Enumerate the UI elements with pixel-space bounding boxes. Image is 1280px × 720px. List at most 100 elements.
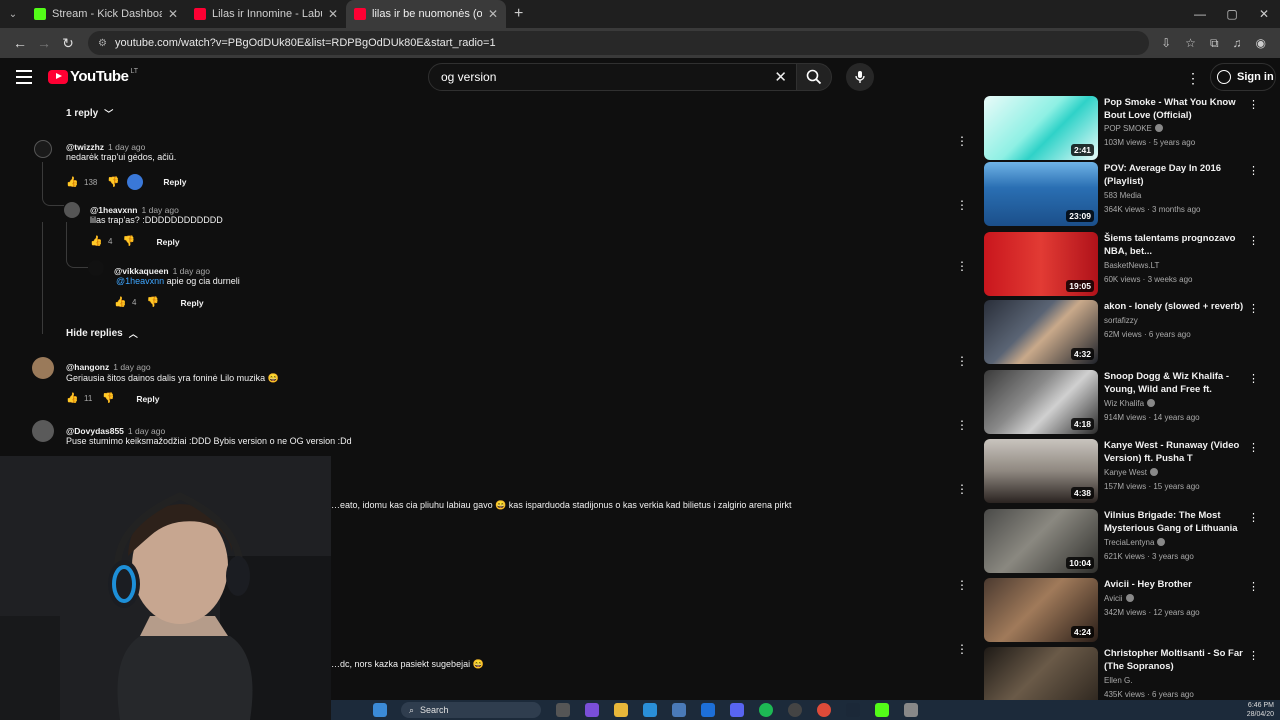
close-tab-icon[interactable]: ✕ xyxy=(488,7,498,21)
close-window-icon[interactable]: ✕ xyxy=(1248,0,1280,28)
comment-more-icon[interactable]: ⋮ xyxy=(956,482,968,496)
settings-more-icon[interactable]: ⋮ xyxy=(1186,70,1200,87)
video-thumbnail[interactable] xyxy=(984,647,1098,700)
extensions-icon[interactable]: ⧉ xyxy=(1210,36,1219,51)
reply-button[interactable]: Reply xyxy=(156,237,179,247)
video-title[interactable]: Kanye West - Runaway (Video Version) ft.… xyxy=(1104,439,1248,465)
system-tray-clock[interactable]: 6:46 PM 28/04/20 xyxy=(1247,701,1274,719)
tab-labubu[interactable]: Lilas ir Innomine - Labubu - You ✕ xyxy=(186,0,346,28)
tab-active-video[interactable]: lilas ir be nuomonės (oficialus p ✕ xyxy=(346,0,506,28)
avatar[interactable] xyxy=(64,202,80,218)
video-channel[interactable]: 583 Media xyxy=(1104,191,1141,200)
store-icon[interactable] xyxy=(672,703,686,717)
sign-in-button[interactable]: Sign in xyxy=(1210,63,1276,91)
video-card[interactable]: 19:05 Šiems talentams prognozavo NBA, be… xyxy=(984,232,1280,296)
avatar[interactable] xyxy=(32,357,54,379)
video-card[interactable]: 23:09 POV: Average Day In 2016 (Playlist… xyxy=(984,162,1280,226)
video-channel[interactable]: Ellen G. xyxy=(1104,676,1132,685)
video-thumbnail[interactable]: 23:09 xyxy=(984,162,1098,226)
dislike-icon[interactable]: 👎 xyxy=(146,297,160,308)
video-card[interactable]: 10:04 Vilnius Brigade: The Most Mysterio… xyxy=(984,509,1280,573)
video-title[interactable]: Snoop Dogg & Wiz Khalifa - Young, Wild a… xyxy=(1104,370,1248,396)
steam-icon[interactable] xyxy=(846,703,860,717)
comment-more-icon[interactable]: ⋮ xyxy=(956,418,968,432)
tab-kick-dashboard[interactable]: Stream - Kick Dashboard ✕ xyxy=(26,0,186,28)
file-explorer-icon[interactable] xyxy=(614,703,628,717)
spotify-icon[interactable] xyxy=(759,703,773,717)
discord-icon[interactable] xyxy=(730,703,744,717)
dislike-icon[interactable]: 👎 xyxy=(122,236,136,247)
url-field[interactable]: ⚙ youtube.com/watch?v=PBgOdDUk80E&list=R… xyxy=(88,31,1150,55)
back-icon[interactable]: ← xyxy=(8,35,32,51)
forward-icon[interactable]: → xyxy=(32,35,56,51)
profile-icon[interactable]: ◉ xyxy=(1256,36,1266,51)
comment-more-icon[interactable]: ⋮ xyxy=(956,134,968,148)
video-more-icon[interactable]: ⋮ xyxy=(1248,98,1259,111)
comment-author[interactable]: @hangonz xyxy=(66,362,109,372)
comment-more-icon[interactable]: ⋮ xyxy=(956,578,968,592)
video-title[interactable]: Šiems talentams prognozavo NBA, bet... xyxy=(1104,232,1248,258)
comment-time[interactable]: 1 day ago xyxy=(173,266,210,276)
video-card[interactable]: 4:32 akon - lonely (slowed + reverb) sor… xyxy=(984,300,1280,364)
video-thumbnail[interactable]: 2:41 xyxy=(984,96,1098,160)
new-tab-icon[interactable]: + xyxy=(514,5,523,23)
video-title[interactable]: Pop Smoke - What You Know Bout Love (Off… xyxy=(1104,96,1248,122)
video-title[interactable]: POV: Average Day In 2016 (Playlist) xyxy=(1104,162,1248,188)
video-title[interactable]: Christopher Moltisanti - So Far (The Sop… xyxy=(1104,647,1248,673)
video-more-icon[interactable]: ⋮ xyxy=(1248,164,1259,177)
install-app-icon[interactable]: ⇩ xyxy=(1161,36,1171,51)
avatar[interactable] xyxy=(34,140,52,158)
comment-author[interactable]: @Dovydas855 xyxy=(66,426,124,436)
kick-icon[interactable] xyxy=(875,703,889,717)
video-thumbnail[interactable]: 10:04 xyxy=(984,509,1098,573)
like-icon[interactable]: 👍 xyxy=(90,236,104,247)
video-card[interactable]: Christopher Moltisanti - So Far (The Sop… xyxy=(984,647,1280,700)
comment-author[interactable]: @1heavxnn xyxy=(90,205,138,215)
video-more-icon[interactable]: ⋮ xyxy=(1248,441,1259,454)
video-thumbnail[interactable]: 4:18 xyxy=(984,370,1098,434)
video-more-icon[interactable]: ⋮ xyxy=(1248,580,1259,593)
video-card[interactable]: 4:38 Kanye West - Runaway (Video Version… xyxy=(984,439,1280,503)
comment-time[interactable]: 1 day ago xyxy=(128,426,165,436)
video-more-icon[interactable]: ⋮ xyxy=(1248,234,1259,247)
video-channel[interactable]: Avicii xyxy=(1104,594,1134,603)
video-more-icon[interactable]: ⋮ xyxy=(1248,372,1259,385)
video-title[interactable]: Avicii - Hey Brother xyxy=(1104,578,1248,591)
comment-time[interactable]: 1 day ago xyxy=(108,142,145,152)
video-thumbnail[interactable]: 4:32 xyxy=(984,300,1098,364)
bookmark-star-icon[interactable]: ☆ xyxy=(1185,36,1196,51)
search-input[interactable]: og version ✕ xyxy=(428,63,798,91)
windows-start-icon[interactable] xyxy=(373,703,387,717)
snipping-tool-icon[interactable] xyxy=(904,703,918,717)
comment-more-icon[interactable]: ⋮ xyxy=(956,198,968,212)
comment-more-icon[interactable]: ⋮ xyxy=(956,642,968,656)
video-thumbnail[interactable]: 19:05 xyxy=(984,232,1098,296)
edge-icon[interactable] xyxy=(643,703,657,717)
reply-button[interactable]: Reply xyxy=(180,298,203,308)
media-control-icon[interactable]: ♫ xyxy=(1233,36,1242,51)
avatar[interactable] xyxy=(32,420,54,442)
avatar[interactable] xyxy=(88,260,104,276)
video-more-icon[interactable]: ⋮ xyxy=(1248,649,1259,662)
video-card[interactable]: 4:18 Snoop Dogg & Wiz Khalifa - Young, W… xyxy=(984,370,1280,434)
clear-search-icon[interactable]: ✕ xyxy=(774,68,787,86)
menu-icon[interactable] xyxy=(16,70,32,84)
comment-author[interactable]: @vikkaqueen xyxy=(114,266,169,276)
comment-more-icon[interactable]: ⋮ xyxy=(956,259,968,273)
video-thumbnail[interactable]: 4:38 xyxy=(984,439,1098,503)
comment-more-icon[interactable]: ⋮ xyxy=(956,354,968,368)
like-icon[interactable]: 👍 xyxy=(114,297,128,308)
video-title[interactable]: akon - lonely (slowed + reverb) xyxy=(1104,300,1248,313)
close-tab-icon[interactable]: ✕ xyxy=(168,7,178,21)
video-channel[interactable]: sortafizzy xyxy=(1104,316,1138,325)
reload-icon[interactable]: ↻ xyxy=(56,35,80,52)
minimize-icon[interactable]: — xyxy=(1184,0,1216,28)
video-more-icon[interactable]: ⋮ xyxy=(1248,511,1259,524)
mail-icon[interactable] xyxy=(701,703,715,717)
comment-author[interactable]: @twizzhz xyxy=(66,142,104,152)
dislike-icon[interactable]: 👎 xyxy=(107,177,121,188)
reply-button[interactable]: Reply xyxy=(136,394,159,404)
search-button[interactable] xyxy=(796,63,832,91)
video-thumbnail[interactable]: 4:24 xyxy=(984,578,1098,642)
reply-button[interactable]: Reply xyxy=(163,177,186,187)
